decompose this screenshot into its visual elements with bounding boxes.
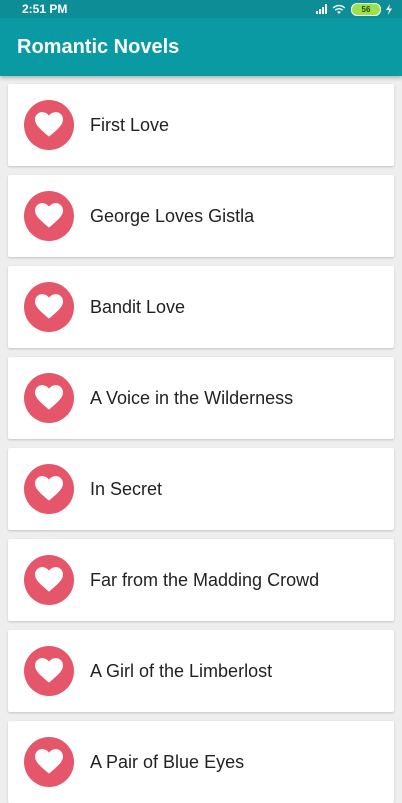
heart-icon xyxy=(35,294,63,319)
wifi-icon xyxy=(332,4,346,14)
signal-icon xyxy=(316,4,327,14)
status-icons: 56 xyxy=(316,2,392,16)
novel-card[interactable]: Far from the Madding Crowd xyxy=(8,539,394,621)
novel-title: A Girl of the Limberlost xyxy=(90,660,273,681)
novel-title: Bandit Love xyxy=(90,296,186,317)
heart-badge xyxy=(24,100,74,150)
novel-card[interactable]: Bandit Love xyxy=(8,266,394,348)
heart-icon xyxy=(35,112,63,137)
novel-title: In Secret xyxy=(90,478,163,499)
heart-icon xyxy=(35,476,63,501)
novel-title: A Pair of Blue Eyes xyxy=(90,751,245,772)
novel-card[interactable]: A Girl of the Limberlost xyxy=(8,630,394,712)
heart-icon xyxy=(35,385,63,410)
novel-title: Far from the Madding Crowd xyxy=(90,569,320,590)
heart-badge xyxy=(24,282,74,332)
heart-badge xyxy=(24,646,74,696)
charging-icon xyxy=(386,3,392,15)
heart-badge xyxy=(24,191,74,241)
app-bar: Romantic Novels xyxy=(0,18,402,76)
heart-badge xyxy=(24,555,74,605)
heart-icon xyxy=(35,658,63,683)
status-time: 2:51 PM xyxy=(22,2,68,16)
heart-badge xyxy=(24,464,74,514)
heart-badge xyxy=(24,373,74,423)
novel-card[interactable]: A Voice in the Wilderness xyxy=(8,357,394,439)
battery-indicator: 56 xyxy=(351,2,381,16)
novel-card[interactable]: A Pair of Blue Eyes xyxy=(8,721,394,803)
novel-card[interactable]: In Secret xyxy=(8,448,394,530)
app-title: Romantic Novels xyxy=(17,35,180,58)
novel-card[interactable]: George Loves Gistla xyxy=(8,175,394,257)
heart-icon xyxy=(35,749,63,774)
novel-title: A Voice in the Wilderness xyxy=(90,387,294,408)
heart-icon xyxy=(35,567,63,592)
heart-icon xyxy=(35,203,63,228)
status-bar: 2:51 PM 56 xyxy=(0,0,402,18)
novel-title: First Love xyxy=(90,114,170,135)
novel-title: George Loves Gistla xyxy=(90,205,255,226)
novel-card[interactable]: First Love xyxy=(8,84,394,166)
heart-badge xyxy=(24,737,74,787)
